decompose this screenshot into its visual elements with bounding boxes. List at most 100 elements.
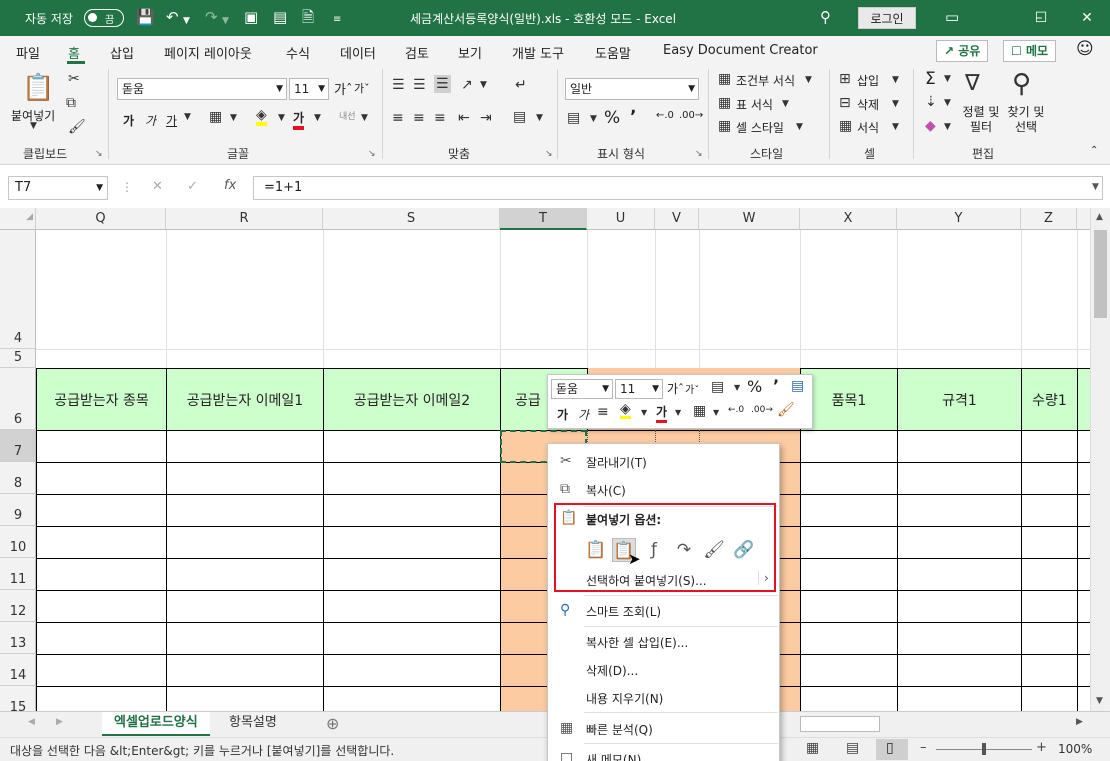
menu-item-new-note[interactable]: □ 새 메모(N) <box>548 744 779 761</box>
chevron-down-icon[interactable]: ▼ <box>675 408 681 417</box>
menu-item-copy[interactable]: ⧉ 복사(C) <box>548 475 779 503</box>
col-header-U[interactable]: U <box>587 208 655 230</box>
chevron-down-icon[interactable]: ▼ <box>892 99 899 109</box>
orientation-dropdown-icon[interactable]: ▼ <box>480 80 487 90</box>
zoom-slider-thumb[interactable] <box>982 743 986 755</box>
save-icon[interactable]: 💾 <box>136 8 155 26</box>
enter-icon[interactable]: ✓ <box>187 179 198 194</box>
border-dropdown-icon[interactable]: ▼ <box>230 113 237 123</box>
phonetic-icon[interactable]: 내선 <box>339 109 356 122</box>
chevron-down-icon[interactable]: ▼ <box>796 122 803 132</box>
bold-button[interactable]: 가 <box>123 112 134 129</box>
format-cells-icon[interactable]: ▦ <box>839 118 852 134</box>
horizontal-scroll-thumb[interactable] <box>800 716 880 732</box>
col-header-X[interactable]: X <box>800 208 897 230</box>
bold-button[interactable]: 가 <box>557 406 568 423</box>
col-header-Z[interactable]: Z <box>1021 208 1077 230</box>
decrease-font-icon[interactable]: 가ˇ <box>685 381 699 396</box>
merge-center-icon[interactable]: ▤ <box>791 378 804 394</box>
zoom-out-icon[interactable]: – <box>920 740 927 755</box>
copy-icon[interactable]: ⧉ <box>66 95 76 111</box>
scroll-right-icon[interactable]: ▶ <box>1076 717 1083 727</box>
insert-cells-icon[interactable]: ⊞ <box>839 71 851 87</box>
merge-center-icon[interactable]: ▤ <box>513 109 526 125</box>
menu-item-insert-copied[interactable]: 복사한 셀 삽입(E)... <box>548 627 779 655</box>
chevron-down-icon[interactable]: ▼ <box>892 75 899 85</box>
redo-dropdown-icon[interactable]: ▼ <box>222 12 229 30</box>
comma-icon[interactable]: ʼ <box>773 376 779 395</box>
align-center-icon[interactable]: ≡ <box>597 404 609 420</box>
customize-qat-icon[interactable]: ≡ <box>333 11 341 29</box>
col-header-V[interactable]: V <box>655 208 699 230</box>
form-icon[interactable]: ▤ <box>273 8 287 26</box>
camera-icon[interactable]: ▣ <box>244 8 258 26</box>
header-cell-Q6[interactable]: 공급받는자 종목 <box>36 368 167 431</box>
number-launcher-icon[interactable]: ↘ <box>695 149 703 159</box>
chevron-down-icon[interactable]: ▼ <box>782 99 789 109</box>
fill-dropdown-icon[interactable]: ▼ <box>278 113 285 123</box>
paste-icon[interactable]: 📋 <box>22 73 54 103</box>
undo-dropdown-icon[interactable]: ▼ <box>183 12 190 30</box>
font-size-select[interactable]: 11 ▼ <box>289 78 329 100</box>
autosave-toggle[interactable]: 끔 <box>84 9 124 27</box>
row-header-13[interactable]: 13 <box>0 622 36 654</box>
tab-data[interactable]: 데이터 <box>340 43 376 62</box>
italic-button[interactable]: 가 <box>145 112 156 129</box>
ribbon-display-icon[interactable]: ▭ <box>945 8 959 26</box>
row-header-14[interactable]: 14 <box>0 654 36 686</box>
border-icon[interactable]: ▦ <box>209 109 222 125</box>
align-top-icon[interactable]: ☰ <box>392 77 405 93</box>
menu-item-delete[interactable]: 삭제(D)... <box>548 655 779 683</box>
expand-formula-icon[interactable]: ▼ <box>1092 182 1099 192</box>
find-select-icon[interactable]: ⚲ <box>1012 69 1031 99</box>
orientation-icon[interactable]: ↗ <box>461 77 473 93</box>
font-color-icon[interactable]: 가 <box>656 403 668 423</box>
spreadsheet-grid[interactable]: ◢ Q R S T U V W X Y Z 4 5 6 7 8 9 10 11 … <box>0 208 1090 711</box>
tab-help[interactable]: 도움말 <box>595 43 631 62</box>
phonetic-dropdown-icon[interactable]: ▼ <box>361 113 368 123</box>
cancel-icon[interactable]: ✕ <box>152 179 163 194</box>
conditional-format-icon[interactable]: ▦ <box>718 71 731 87</box>
find-select-button[interactable]: 찾기 및 선택 <box>1004 105 1048 135</box>
scroll-thumb[interactable] <box>1094 230 1107 318</box>
mini-font-name[interactable]: 돋움 ▼ <box>551 379 613 399</box>
col-header-R[interactable]: R <box>166 208 323 230</box>
sort-filter-icon[interactable]: ∇ <box>965 71 980 96</box>
align-right-icon[interactable]: ≡ <box>434 110 446 126</box>
tab-easy-document-creator[interactable]: Easy Document Creator <box>663 43 818 58</box>
decrease-decimal-icon[interactable]: .00→ <box>679 110 703 121</box>
header-cell-S6[interactable]: 공급받는자 이메일2 <box>323 368 501 431</box>
delete-cells-button[interactable]: 삭제 <box>857 96 879 113</box>
select-all-corner[interactable]: ◢ <box>0 208 36 230</box>
format-cells-button[interactable]: 서식 <box>857 119 879 136</box>
prev-sheet-icon[interactable]: ◀ <box>28 717 35 727</box>
merge-dropdown-icon[interactable]: ▼ <box>536 113 543 123</box>
tab-review[interactable]: 검토 <box>405 43 429 62</box>
fill-color-icon[interactable]: ◈ <box>620 402 631 419</box>
border-icon[interactable]: ▦ <box>693 403 706 419</box>
col-header-Y[interactable]: Y <box>897 208 1021 230</box>
mini-font-size[interactable]: 11 ▼ <box>615 379 663 399</box>
increase-indent-icon[interactable]: ⇥ <box>480 110 492 126</box>
name-box[interactable]: T7 ▼ <box>8 176 108 200</box>
percent-icon[interactable]: % <box>604 108 620 128</box>
format-painter-icon[interactable]: 🖌 <box>777 402 795 418</box>
add-sheet-icon[interactable]: ⊕ <box>326 714 339 733</box>
page-break-view-button[interactable]: ▯ <box>876 739 908 760</box>
row-header-9[interactable]: 9 <box>0 494 36 526</box>
vertical-scrollbar[interactable]: ▲ ▼ <box>1090 208 1110 711</box>
decrease-decimal-icon[interactable]: .00→ <box>751 405 773 415</box>
col-header-S[interactable]: S <box>323 208 500 230</box>
autosum-icon[interactable]: Σ <box>925 69 936 89</box>
cut-icon[interactable]: ✂ <box>68 71 80 87</box>
row-header-11[interactable]: 11 <box>0 558 36 590</box>
col-header-Q[interactable]: Q <box>36 208 166 230</box>
align-bottom-icon[interactable]: ☰ <box>434 75 451 93</box>
tab-page-layout[interactable]: 페이지 레이아웃 <box>164 43 252 62</box>
increase-font-icon[interactable]: 가ˆ <box>334 79 352 98</box>
font-color-dropdown-icon[interactable]: ▼ <box>314 113 321 123</box>
row-header-7[interactable]: 7 <box>0 430 36 462</box>
col-header-W[interactable]: W <box>699 208 800 230</box>
wrap-text-icon[interactable]: ↵ <box>515 77 527 93</box>
memo-button[interactable]: ☐ 메모 <box>1003 40 1057 62</box>
